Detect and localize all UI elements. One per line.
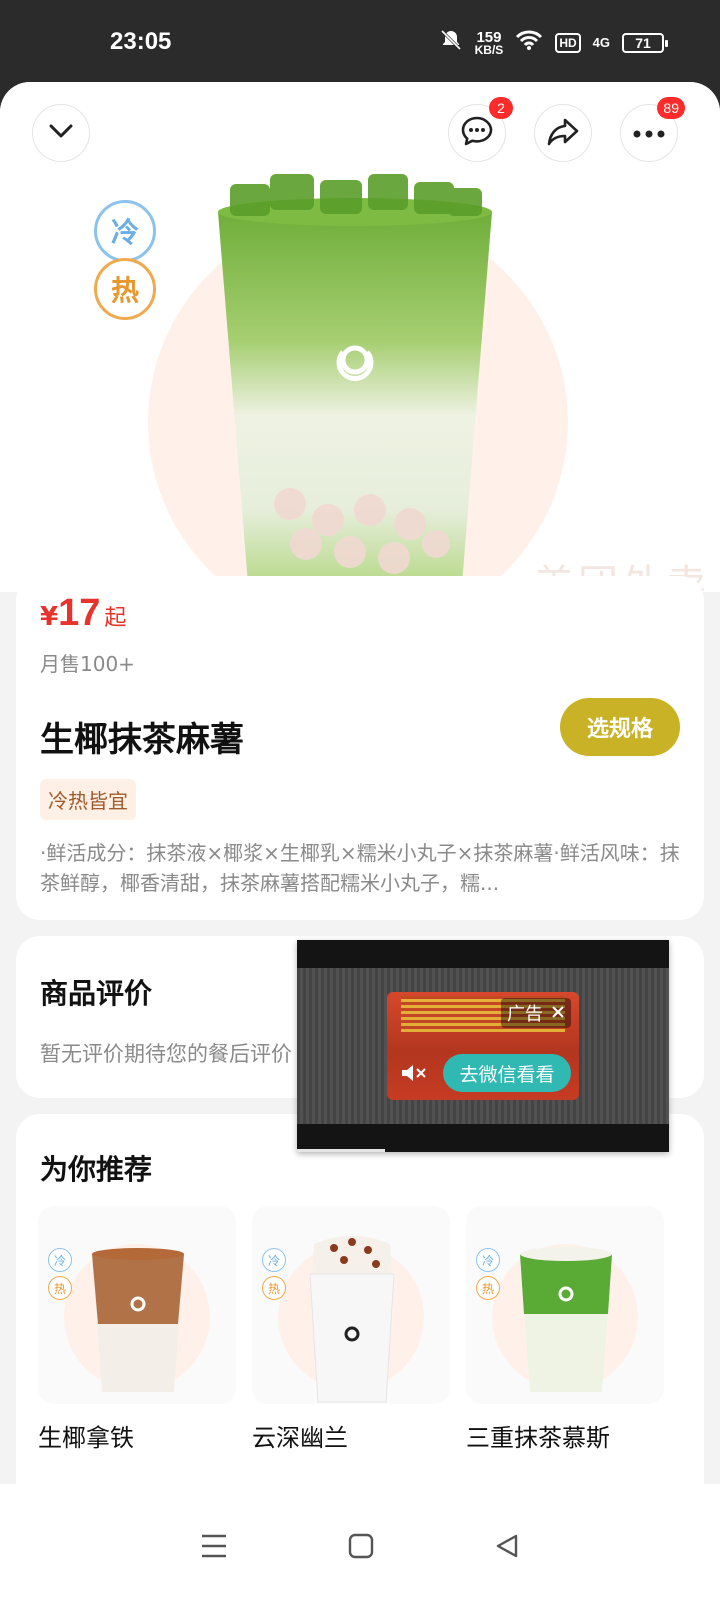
product-sheet: 美团外卖	[0, 82, 720, 1612]
share-icon	[546, 114, 580, 152]
more-dots-icon	[632, 124, 666, 143]
monthly-sales: 月售100+	[40, 652, 135, 676]
ad-progress-bar	[297, 1149, 385, 1152]
reviews-title: 商品评价	[40, 977, 153, 1010]
feature-tag: 冷热皆宜	[40, 779, 136, 820]
product-hero: 美团外卖	[0, 82, 720, 632]
home-icon[interactable]	[348, 1533, 374, 1563]
ad-label[interactable]: 广告	[501, 998, 571, 1028]
signal-icon: 4G	[592, 35, 610, 50]
hot-tag: 热	[94, 258, 156, 320]
status-time: 23:05	[110, 28, 172, 55]
ad-video-overlay[interactable]: 广告 去微信看看	[297, 940, 669, 1152]
hot-tag: 热	[262, 1276, 286, 1300]
reviews-empty-text: 暂无评价期待您的餐后评价	[40, 1042, 292, 1066]
wifi-icon	[515, 29, 543, 56]
status-bar: 23:05 159 KB/S HD 4G 71	[0, 0, 720, 84]
more-button[interactable]: 89	[620, 97, 685, 162]
recommend-title: 为你推荐	[40, 1153, 153, 1186]
product-name: 生椰抹茶麻薯	[40, 720, 244, 760]
cold-tag: 冷	[476, 1248, 500, 1272]
product-description[interactable]: ·鲜活成分：抹茶液×椰浆×生椰乳×糯米小丸子×抹茶麻薯·鲜活风味：抹茶鲜醇，椰香…	[40, 838, 680, 898]
recommend-list: 冷 热 生椰拿铁 冷 热 云深幽兰 冷 热 三重抹茶慕斯	[38, 1206, 664, 1453]
hd-badge: HD	[555, 32, 581, 53]
product-image	[210, 174, 500, 594]
cold-tag: 冷	[48, 1248, 72, 1272]
status-icons: 159 KB/S HD 4G 71	[439, 28, 668, 57]
system-nav-bar	[0, 1484, 720, 1612]
recommend-item[interactable]: 冷 热 云深幽兰	[252, 1206, 450, 1453]
recommend-item[interactable]: 冷 热 生椰拿铁	[38, 1206, 236, 1453]
product-info-card: ¥ 17 起 月售100+ 生椰抹茶麻薯 选规格 冷热皆宜 ·鲜活成分：抹茶液×…	[16, 576, 704, 920]
mute-icon[interactable]	[399, 1062, 427, 1088]
collapse-button[interactable]	[32, 104, 90, 162]
network-speed: 159 KB/S	[474, 28, 504, 57]
hot-tag: 热	[48, 1276, 72, 1300]
recommend-image: 冷 热	[252, 1206, 450, 1404]
recommend-image: 冷 热	[466, 1206, 664, 1404]
recommend-name: 生椰拿铁	[38, 1424, 134, 1452]
back-icon[interactable]	[494, 1533, 520, 1563]
hot-tag: 热	[476, 1276, 500, 1300]
mute-bell-icon	[439, 28, 463, 57]
ad-cta-button[interactable]: 去微信看看	[443, 1054, 571, 1092]
recommend-name: 云深幽兰	[252, 1424, 348, 1452]
battery-icon: 71	[622, 32, 668, 53]
cold-tag: 冷	[94, 200, 156, 262]
select-spec-button[interactable]: 选规格	[560, 698, 680, 756]
recommend-name: 三重抹茶慕斯	[466, 1424, 610, 1452]
more-badge: 89	[657, 97, 685, 119]
chevron-down-icon	[46, 116, 76, 150]
ad-banner[interactable]: 广告 去微信看看	[387, 992, 579, 1100]
menu-icon[interactable]	[200, 1533, 228, 1563]
close-icon[interactable]	[551, 1003, 565, 1024]
share-button[interactable]	[534, 104, 592, 162]
recommend-card: 为你推荐 冷 热 生椰拿铁 冷 热 云深幽兰 冷 热 三重抹茶慕斯	[16, 1114, 704, 1514]
messages-badge: 2	[489, 97, 513, 119]
chat-icon	[460, 114, 494, 152]
recommend-item[interactable]: 冷 热 三重抹茶慕斯	[466, 1206, 664, 1453]
recommend-image: 冷 热	[38, 1206, 236, 1404]
cold-tag: 冷	[262, 1248, 286, 1272]
messages-button[interactable]: 2	[448, 97, 513, 162]
price: ¥ 17 起	[40, 592, 127, 634]
